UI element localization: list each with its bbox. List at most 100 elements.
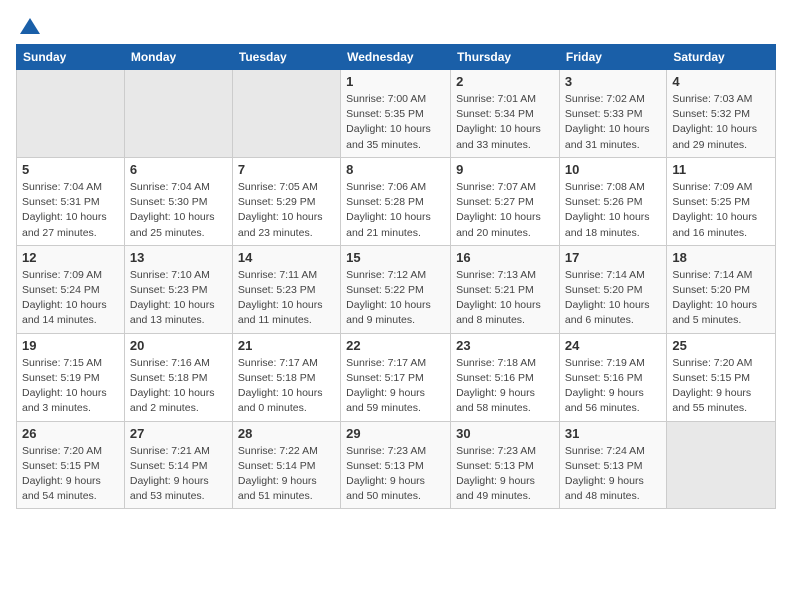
calendar-cell: 8Sunrise: 7:06 AM Sunset: 5:28 PM Daylig…	[341, 157, 451, 245]
day-number: 25	[672, 338, 770, 353]
day-detail: Sunrise: 7:15 AM Sunset: 5:19 PM Dayligh…	[22, 356, 119, 417]
day-number: 7	[238, 162, 335, 177]
day-number: 6	[130, 162, 227, 177]
header-row: SundayMondayTuesdayWednesdayThursdayFrid…	[17, 45, 776, 70]
day-number: 1	[346, 74, 445, 89]
calendar-week-row: 19 Sunrise: 7:15 AM Sunset: 5:19 PM Dayli…	[17, 333, 776, 421]
day-detail: Sunrise: 7:24 AM Sunset: 5:13 PM Dayligh…	[565, 444, 661, 505]
day-number: 4	[672, 74, 770, 89]
col-header-friday: Friday	[559, 45, 666, 70]
col-header-saturday: Saturday	[667, 45, 776, 70]
day-detail: Sunrise: 7:04 AM Sunset: 5:30 PM Dayligh…	[130, 180, 227, 241]
calendar-cell: 17Sunrise: 7:14 AM Sunset: 5:20 PM Dayli…	[559, 245, 666, 333]
day-number: 12	[22, 250, 119, 265]
calendar-cell: 26Sunrise: 7:20 AM Sunset: 5:15 PM Dayli…	[17, 421, 125, 509]
day-number: 14	[238, 250, 335, 265]
day-number: 13	[130, 250, 227, 265]
day-detail: Sunrise: 7:22 AM Sunset: 5:14 PM Dayligh…	[238, 444, 335, 505]
day-detail: Sunrise: 7:09 AM Sunset: 5:24 PM Dayligh…	[22, 268, 119, 329]
calendar-week-row: 26Sunrise: 7:20 AM Sunset: 5:15 PM Dayli…	[17, 421, 776, 509]
day-number: 28	[238, 426, 335, 441]
day-detail: Sunrise: 7:13 AM Sunset: 5:21 PM Dayligh…	[456, 268, 554, 329]
day-detail: Sunrise: 7:12 AM Sunset: 5:22 PM Dayligh…	[346, 268, 445, 329]
day-detail: Sunrise: 7:10 AM Sunset: 5:23 PM Dayligh…	[130, 268, 227, 329]
col-header-wednesday: Wednesday	[341, 45, 451, 70]
col-header-tuesday: Tuesday	[232, 45, 340, 70]
calendar-cell: 20 Sunrise: 7:16 AM Sunset: 5:18 PM Dayli…	[124, 333, 232, 421]
day-detail: Sunrise: 7:23 AM Sunset: 5:13 PM Dayligh…	[346, 444, 445, 505]
day-detail: Sunrise: 7:08 AM Sunset: 5:26 PM Dayligh…	[565, 180, 661, 241]
calendar-cell: 21Sunrise: 7:17 AM Sunset: 5:18 PM Dayli…	[232, 333, 340, 421]
day-number: 27	[130, 426, 227, 441]
day-detail: Sunrise: 7:07 AM Sunset: 5:27 PM Dayligh…	[456, 180, 554, 241]
col-header-thursday: Thursday	[451, 45, 560, 70]
day-number: 21	[238, 338, 335, 353]
calendar-cell: 19 Sunrise: 7:15 AM Sunset: 5:19 PM Dayli…	[17, 333, 125, 421]
day-number: 5	[22, 162, 119, 177]
col-header-monday: Monday	[124, 45, 232, 70]
calendar-cell: 14 Sunrise: 7:11 AM Sunset: 5:23 PM Dayli…	[232, 245, 340, 333]
day-detail: Sunrise: 7:16 AM Sunset: 5:18 PM Dayligh…	[130, 356, 227, 417]
day-number: 24	[565, 338, 661, 353]
logo	[16, 16, 42, 34]
calendar-cell: 15 Sunrise: 7:12 AM Sunset: 5:22 PM Dayli…	[341, 245, 451, 333]
logo-icon	[18, 16, 42, 36]
calendar-cell	[17, 70, 125, 158]
day-number: 20	[130, 338, 227, 353]
calendar-cell: 16 Sunrise: 7:13 AM Sunset: 5:21 PM Dayli…	[451, 245, 560, 333]
calendar-cell: 3 Sunrise: 7:02 AM Sunset: 5:33 PM Daylig…	[559, 70, 666, 158]
day-detail: Sunrise: 7:14 AM Sunset: 5:20 PM Dayligh…	[672, 268, 770, 329]
calendar-cell: 23Sunrise: 7:18 AM Sunset: 5:16 PM Dayli…	[451, 333, 560, 421]
day-number: 10	[565, 162, 661, 177]
calendar-cell	[232, 70, 340, 158]
day-detail: Sunrise: 7:01 AM Sunset: 5:34 PM Dayligh…	[456, 92, 554, 153]
calendar-cell: 30 Sunrise: 7:23 AM Sunset: 5:13 PM Dayli…	[451, 421, 560, 509]
calendar-cell: 6 Sunrise: 7:04 AM Sunset: 5:30 PM Daylig…	[124, 157, 232, 245]
day-number: 30	[456, 426, 554, 441]
day-number: 16	[456, 250, 554, 265]
calendar-cell: 29 Sunrise: 7:23 AM Sunset: 5:13 PM Dayli…	[341, 421, 451, 509]
col-header-sunday: Sunday	[17, 45, 125, 70]
day-number: 11	[672, 162, 770, 177]
day-number: 3	[565, 74, 661, 89]
day-detail: Sunrise: 7:05 AM Sunset: 5:29 PM Dayligh…	[238, 180, 335, 241]
day-number: 29	[346, 426, 445, 441]
day-detail: Sunrise: 7:11 AM Sunset: 5:23 PM Dayligh…	[238, 268, 335, 329]
page-header	[16, 16, 776, 34]
calendar-cell: 27 Sunrise: 7:21 AM Sunset: 5:14 PM Dayli…	[124, 421, 232, 509]
day-number: 9	[456, 162, 554, 177]
day-number: 8	[346, 162, 445, 177]
day-number: 19	[22, 338, 119, 353]
day-detail: Sunrise: 7:14 AM Sunset: 5:20 PM Dayligh…	[565, 268, 661, 329]
calendar-cell: 4 Sunrise: 7:03 AM Sunset: 5:32 PM Daylig…	[667, 70, 776, 158]
day-number: 2	[456, 74, 554, 89]
day-detail: Sunrise: 7:02 AM Sunset: 5:33 PM Dayligh…	[565, 92, 661, 153]
calendar-cell: 2 Sunrise: 7:01 AM Sunset: 5:34 PM Daylig…	[451, 70, 560, 158]
calendar-cell: 9 Sunrise: 7:07 AM Sunset: 5:27 PM Daylig…	[451, 157, 560, 245]
calendar-cell: 22 Sunrise: 7:17 AM Sunset: 5:17 PM Dayli…	[341, 333, 451, 421]
day-number: 22	[346, 338, 445, 353]
calendar-cell	[667, 421, 776, 509]
calendar-cell: 10 Sunrise: 7:08 AM Sunset: 5:26 PM Dayli…	[559, 157, 666, 245]
day-number: 18	[672, 250, 770, 265]
calendar-cell: 13 Sunrise: 7:10 AM Sunset: 5:23 PM Dayli…	[124, 245, 232, 333]
day-detail: Sunrise: 7:09 AM Sunset: 5:25 PM Dayligh…	[672, 180, 770, 241]
calendar-cell: 12 Sunrise: 7:09 AM Sunset: 5:24 PM Dayli…	[17, 245, 125, 333]
day-detail: Sunrise: 7:03 AM Sunset: 5:32 PM Dayligh…	[672, 92, 770, 153]
day-number: 15	[346, 250, 445, 265]
day-detail: Sunrise: 7:23 AM Sunset: 5:13 PM Dayligh…	[456, 444, 554, 505]
day-detail: Sunrise: 7:19 AM Sunset: 5:16 PM Dayligh…	[565, 356, 661, 417]
day-detail: Sunrise: 7:21 AM Sunset: 5:14 PM Dayligh…	[130, 444, 227, 505]
calendar-cell: 11 Sunrise: 7:09 AM Sunset: 5:25 PM Dayli…	[667, 157, 776, 245]
day-detail: Sunrise: 7:17 AM Sunset: 5:17 PM Dayligh…	[346, 356, 445, 417]
day-detail: Sunrise: 7:00 AM Sunset: 5:35 PM Dayligh…	[346, 92, 445, 153]
calendar-week-row: 5 Sunrise: 7:04 AM Sunset: 5:31 PM Daylig…	[17, 157, 776, 245]
calendar-table: SundayMondayTuesdayWednesdayThursdayFrid…	[16, 44, 776, 509]
calendar-cell: 31 Sunrise: 7:24 AM Sunset: 5:13 PM Dayli…	[559, 421, 666, 509]
calendar-cell: 7 Sunrise: 7:05 AM Sunset: 5:29 PM Daylig…	[232, 157, 340, 245]
calendar-cell	[124, 70, 232, 158]
calendar-week-row: 1 Sunrise: 7:00 AM Sunset: 5:35 PM Daylig…	[17, 70, 776, 158]
day-number: 31	[565, 426, 661, 441]
calendar-cell: 24 Sunrise: 7:19 AM Sunset: 5:16 PM Dayli…	[559, 333, 666, 421]
day-detail: Sunrise: 7:04 AM Sunset: 5:31 PM Dayligh…	[22, 180, 119, 241]
